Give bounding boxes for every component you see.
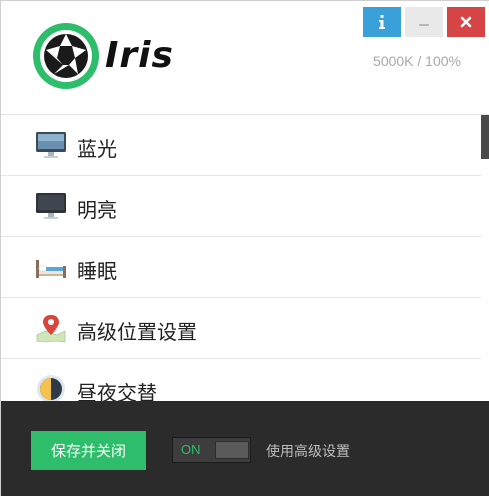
list-item-day-night[interactable]: 昼夜交替 [1, 359, 481, 401]
list-item-sleep[interactable]: 睡眠 [1, 237, 481, 298]
toggle-knob [215, 441, 249, 459]
bed-icon [36, 260, 66, 278]
minimize-icon [419, 24, 429, 26]
iris-window: Iris 5000K / 100% 蓝光 明亮 睡眠 高级位置设置 昼夜交替 保… [0, 0, 489, 496]
list-item-label: 蓝光 [77, 137, 117, 161]
list-item-label: 明亮 [77, 198, 117, 222]
minimize-button[interactable] [405, 7, 443, 37]
iris-logo: Iris [31, 21, 191, 93]
list-item-bluelight[interactable]: 蓝光 [1, 115, 481, 176]
toggle-state-label: ON [181, 442, 201, 457]
list-item-label: 昼夜交替 [77, 381, 157, 401]
scroll-thumb[interactable] [481, 115, 489, 159]
close-button[interactable] [447, 7, 485, 37]
advanced-settings-toggle[interactable]: ON [172, 437, 251, 463]
footer: 保存并关闭 ON 使用高级设置 [1, 401, 489, 496]
header: Iris 5000K / 100% [1, 1, 489, 115]
info-button[interactable] [363, 7, 401, 37]
color-temp-status: 5000K / 100% [373, 53, 461, 69]
list-item-label: 睡眠 [77, 259, 117, 283]
list-item-label: 高级位置设置 [77, 320, 197, 344]
map-pin-icon [36, 315, 66, 343]
advanced-settings-label: 使用高级设置 [266, 444, 350, 460]
close-icon [460, 16, 472, 28]
list-item-location[interactable]: 高级位置设置 [1, 298, 481, 359]
day-night-icon [37, 375, 65, 401]
aperture-logo-icon [33, 23, 99, 89]
info-icon [379, 15, 385, 29]
monitor-dark-icon [36, 193, 66, 219]
mode-list: 蓝光 明亮 睡眠 高级位置设置 昼夜交替 [1, 115, 481, 401]
monitor-icon [36, 132, 66, 158]
list-item-bright[interactable]: 明亮 [1, 176, 481, 237]
scrollbar[interactable] [481, 115, 489, 401]
save-and-close-button[interactable]: 保存并关闭 [31, 431, 146, 470]
logo-text: Iris [105, 35, 174, 76]
